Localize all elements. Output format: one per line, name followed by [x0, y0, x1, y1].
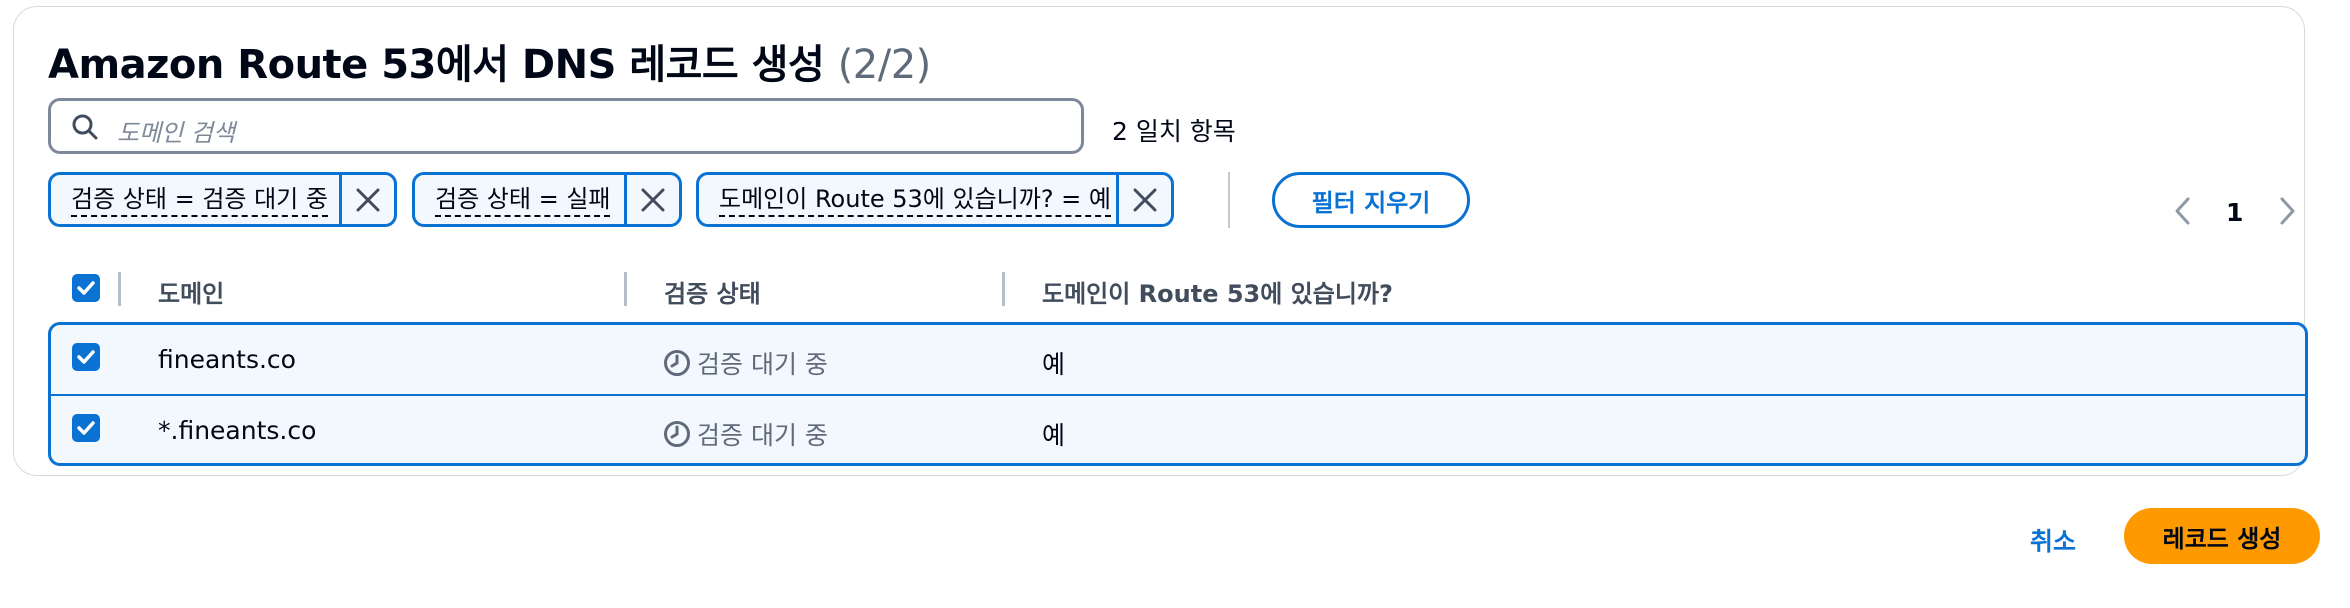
- remove-filter-button[interactable]: [339, 175, 394, 224]
- filter-token-label[interactable]: 검증 상태 = 검증 대기 중: [51, 175, 339, 224]
- domain-cell: *.fineants.co: [158, 416, 317, 445]
- close-icon: [356, 188, 380, 211]
- status-text: 검증 대기 중: [697, 350, 828, 379]
- domain-cell: fineants.co: [158, 345, 296, 374]
- create-records-button[interactable]: 레코드 생성: [2124, 508, 2320, 564]
- remove-filter-button[interactable]: [624, 175, 679, 224]
- clear-filters-button[interactable]: 필터 지우기: [1272, 172, 1470, 228]
- search-icon: [72, 114, 98, 140]
- close-icon: [641, 188, 665, 211]
- select-all-checkbox[interactable]: [72, 274, 100, 302]
- table-row[interactable]: fineants.co 검증 대기 중 예: [51, 325, 2305, 394]
- filter-token-label[interactable]: 도메인이 Route 53에 있습니까? = 예: [699, 175, 1116, 224]
- match-count: 2 일치 항목: [1112, 117, 1236, 146]
- row-checkbox[interactable]: [72, 343, 100, 371]
- domain-search-input[interactable]: 도메인 검색: [48, 98, 1084, 154]
- checkmark-icon: [77, 350, 95, 364]
- checkmark-icon: [77, 421, 95, 435]
- status-cell: 검증 대기 중: [663, 416, 828, 452]
- filter-divider: [1228, 172, 1230, 228]
- filter-token-pending[interactable]: 검증 상태 = 검증 대기 중: [48, 172, 397, 227]
- cancel-button[interactable]: 취소: [2030, 522, 2076, 558]
- table-body: fineants.co 검증 대기 중 예 *.fineants.co 검증 대…: [48, 322, 2308, 466]
- checkmark-icon: [77, 281, 95, 295]
- column-header-in-route53[interactable]: 도메인이 Route 53에 있습니까?: [1042, 274, 1393, 309]
- column-separator: [118, 272, 121, 306]
- column-separator[interactable]: [1002, 272, 1005, 306]
- page-title: Amazon Route 53에서 DNS 레코드 생성 (2/2): [48, 32, 931, 90]
- clock-icon: [664, 350, 690, 376]
- title-text: Amazon Route 53에서 DNS 레코드 생성: [48, 42, 825, 88]
- row-checkbox[interactable]: [72, 414, 100, 442]
- filter-token-label[interactable]: 검증 상태 = 실패: [415, 175, 624, 224]
- filter-token-failed[interactable]: 검증 상태 = 실패: [412, 172, 682, 227]
- status-cell: 검증 대기 중: [663, 345, 828, 381]
- filter-token-route53[interactable]: 도메인이 Route 53에 있습니까? = 예: [696, 172, 1174, 227]
- route53-cell: 예: [1042, 421, 1066, 450]
- remove-filter-button[interactable]: [1116, 175, 1171, 224]
- current-page[interactable]: 1: [2226, 198, 2243, 227]
- clock-icon: [664, 421, 690, 447]
- column-header-domain[interactable]: 도메인: [158, 274, 224, 309]
- chevron-left-icon[interactable]: [2172, 196, 2194, 226]
- route53-cell: 예: [1042, 350, 1066, 379]
- close-icon: [1133, 188, 1157, 211]
- selection-count: (2/2): [837, 42, 932, 88]
- status-text: 검증 대기 중: [697, 421, 828, 450]
- table-row[interactable]: *.fineants.co 검증 대기 중 예: [51, 394, 2305, 463]
- column-separator[interactable]: [624, 272, 627, 306]
- chevron-right-icon[interactable]: [2276, 196, 2298, 226]
- search-placeholder: 도메인 검색: [117, 119, 236, 147]
- column-header-validation-status[interactable]: 검증 상태: [664, 274, 761, 309]
